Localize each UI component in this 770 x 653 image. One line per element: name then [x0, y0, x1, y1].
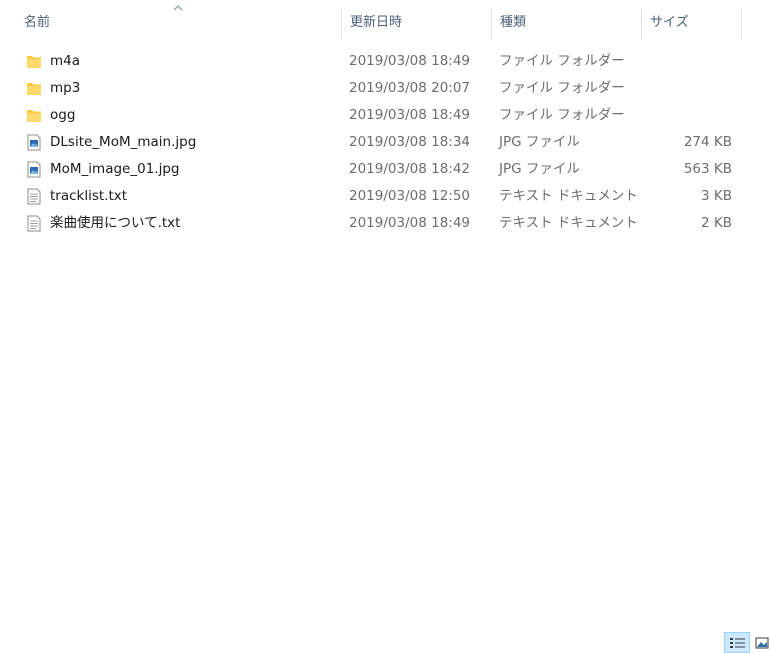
file-type: テキスト ドキュメント: [499, 215, 638, 231]
file-explorer-window: 名前 更新日時 種類 サイズ m4a 2019/03/08 18:49 ファイル…: [0, 0, 770, 653]
file-row[interactable]: mp3 2019/03/08 20:07 ファイル フォルダー: [0, 75, 770, 102]
folder-icon: [27, 56, 41, 68]
file-row[interactable]: tracklist.txt 2019/03/08 12:50 テキスト ドキュメ…: [0, 183, 770, 210]
file-name: tracklist.txt: [50, 188, 128, 204]
file-type: ファイル フォルダー: [499, 53, 625, 69]
column-header-size[interactable]: サイズ: [642, 0, 742, 46]
file-type: JPG ファイル: [499, 134, 580, 150]
column-divider[interactable]: [741, 8, 742, 40]
view-mode-switcher: [724, 632, 770, 653]
file-date: 2019/03/08 18:34: [349, 134, 471, 150]
image-file-icon: [27, 161, 41, 178]
large-icons-view-button[interactable]: [754, 632, 770, 653]
file-size: 3 KB: [701, 188, 732, 204]
column-header-name-label: 名前: [24, 15, 51, 30]
file-type: ファイル フォルダー: [499, 107, 625, 123]
column-header-type-label: 種類: [500, 15, 527, 30]
large-icons-view-icon: [755, 637, 769, 649]
column-header-date[interactable]: 更新日時: [342, 0, 492, 46]
file-row[interactable]: m4a 2019/03/08 18:49 ファイル フォルダー: [0, 48, 770, 75]
text-file-icon: [27, 215, 41, 232]
folder-icon: [27, 83, 41, 95]
file-name: m4a: [50, 53, 81, 69]
sort-ascending-icon: [173, 5, 183, 11]
file-size: 563 KB: [683, 161, 732, 177]
details-view-button[interactable]: [724, 632, 750, 653]
column-header-type[interactable]: 種類: [492, 0, 642, 46]
file-date: 2019/03/08 18:49: [349, 215, 471, 231]
image-file-icon: [27, 134, 41, 151]
text-file-icon: [27, 188, 41, 205]
file-list: m4a 2019/03/08 18:49 ファイル フォルダー mp3 2019…: [0, 48, 770, 237]
column-header-date-label: 更新日時: [350, 15, 403, 30]
file-type: テキスト ドキュメント: [499, 188, 638, 204]
column-header-bar: 名前 更新日時 種類 サイズ: [0, 0, 770, 46]
file-size: 274 KB: [683, 134, 732, 150]
file-date: 2019/03/08 18:42: [349, 161, 471, 177]
file-row[interactable]: 楽曲使用について.txt 2019/03/08 18:49 テキスト ドキュメン…: [0, 210, 770, 237]
file-row[interactable]: DLsite_MoM_main.jpg 2019/03/08 18:34 JPG…: [0, 129, 770, 156]
file-type: JPG ファイル: [499, 161, 580, 177]
file-date: 2019/03/08 18:49: [349, 107, 471, 123]
file-row[interactable]: MoM_image_01.jpg 2019/03/08 18:42 JPG ファ…: [0, 156, 770, 183]
column-header-size-label: サイズ: [650, 15, 689, 30]
folder-icon: [27, 110, 41, 122]
file-name: DLsite_MoM_main.jpg: [50, 134, 197, 150]
file-date: 2019/03/08 12:50: [349, 188, 471, 204]
details-view-icon: [730, 638, 745, 648]
file-name: ogg: [50, 107, 76, 123]
file-size: 2 KB: [701, 215, 732, 231]
file-type: ファイル フォルダー: [499, 80, 625, 96]
file-date: 2019/03/08 20:07: [349, 80, 471, 96]
file-date: 2019/03/08 18:49: [349, 53, 471, 69]
file-name: MoM_image_01.jpg: [50, 161, 180, 177]
file-row[interactable]: ogg 2019/03/08 18:49 ファイル フォルダー: [0, 102, 770, 129]
file-name: mp3: [50, 80, 81, 96]
file-name: 楽曲使用について.txt: [50, 215, 181, 231]
